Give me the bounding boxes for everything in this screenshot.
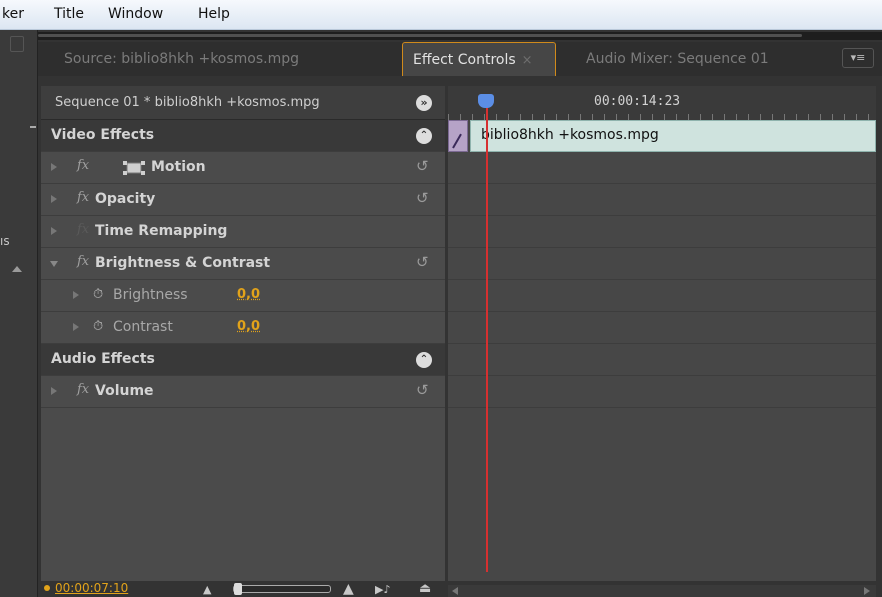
timecode-indicator-icon [44,585,50,591]
reset-motion-icon[interactable]: ↺ [416,157,429,175]
fx-toggle-brightness-contrast-icon[interactable]: fx [77,254,89,269]
sequence-header: Sequence 01 * biblio8hkh +kosmos.mpg » [41,86,445,120]
tab-source[interactable]: Source: biblio8hkh +kosmos.mpg [54,42,394,76]
panel-content: Sequence 01 * biblio8hkh +kosmos.mpg » V… [38,76,882,597]
tab-effect-controls-label: Effect Controls [413,52,516,68]
effect-row-opacity[interactable]: fx Opacity ↺ [41,184,445,216]
fx-toggle-volume-icon[interactable]: fx [77,382,89,397]
effect-label-volume: Volume [95,383,154,399]
panel-top-strip [38,32,882,40]
tab-effect-controls[interactable]: Effect Controls × [402,42,556,76]
tab-audio-mixer-label: Audio Mixer: Sequence 01 [586,51,769,67]
tab-source-label: Source: biblio8hkh +kosmos.mpg [64,51,300,67]
panel-grip-icon[interactable] [10,36,24,52]
stopwatch-brightness-icon[interactable]: ⏱ [93,287,103,302]
zoom-slider-knob[interactable] [234,583,242,595]
expand-volume-icon[interactable] [51,387,57,395]
tab-audio-mixer[interactable]: Audio Mixer: Sequence 01 [576,42,826,76]
menu-item-title[interactable]: Title [54,6,84,22]
effect-row-brightness-contrast[interactable]: fx Brightness & Contrast ↺ [41,248,445,280]
audio-effects-label: Audio Effects [51,351,155,367]
menu-item-ker[interactable]: ker [2,6,24,22]
zoom-out-icon[interactable]: ▲ [203,583,211,596]
scroll-right-icon[interactable] [864,587,870,595]
collapse-audio-effects-icon[interactable]: ⌃ [416,352,432,368]
menu-item-window[interactable]: Window [108,6,163,22]
collapse-video-effects-icon[interactable]: ⌃ [416,128,432,144]
reset-opacity-icon[interactable]: ↺ [416,189,429,207]
expand-time-remapping-icon[interactable] [51,227,57,235]
effect-row-time-remapping[interactable]: fx Time Remapping [41,216,445,248]
effect-label-opacity: Opacity [95,191,156,207]
expand-contrast-icon[interactable] [73,323,79,331]
play-audio-icon[interactable]: ▶♪ [375,583,390,596]
reset-brightness-contrast-icon[interactable]: ↺ [416,253,429,271]
effect-controls-bottom-bar: 00:00:07:10 ▲ ▲ ▶♪ ⏏ [41,581,445,597]
fx-toggle-time-remapping-icon: fx [77,222,90,237]
stopwatch-contrast-icon[interactable]: ⏱ [93,319,103,334]
collapse-brightness-contrast-icon[interactable] [50,261,58,267]
scroll-left-icon[interactable] [452,587,458,595]
effect-controls-panel: Source: biblio8hkh +kosmos.mpg Effect Co… [38,30,882,597]
video-effects-label: Video Effects [51,127,155,143]
menu-item-help[interactable]: Help [198,6,230,22]
playhead-line[interactable] [486,104,488,572]
zoom-in-icon[interactable]: ▲ [343,581,354,597]
timeline-ruler[interactable]: 00:00:14:23 [448,86,876,120]
timeline-row-motion [448,152,876,184]
timeline-row-contrast [448,312,876,344]
effect-timeline: 00:00:14:23 biblio8hkh +kosmos.mpg [448,86,876,581]
reset-volume-icon[interactable]: ↺ [416,381,429,399]
expand-brightness-icon[interactable] [73,291,79,299]
scroll-up-icon[interactable] [12,266,22,272]
brightness-value[interactable]: 0,0 [237,287,260,302]
panel-edge-marker [30,126,36,128]
fx-toggle-motion-icon[interactable]: fx [77,158,89,173]
property-label-contrast: Contrast [113,319,173,335]
menu-bar: ker Title Window Help [0,0,882,30]
playhead-handle-icon[interactable] [478,94,494,108]
video-effects-section: Video Effects ⌃ [41,120,445,152]
timeline-row-volume [448,376,876,408]
left-panel-label: ıs [0,234,10,248]
ruler-timecode: 00:00:14:23 [594,94,681,109]
zoom-slider[interactable] [233,583,331,595]
expand-opacity-icon[interactable] [51,195,57,203]
timeline-row-brightness [448,280,876,312]
current-time-display[interactable]: 00:00:07:10 [55,581,128,595]
left-panel-stub: ıs [0,30,38,597]
timeline-row-time-remapping [448,216,876,248]
effect-label-motion: Motion [151,159,206,175]
show-hide-timeline-icon[interactable]: » [416,95,432,111]
motion-icon [123,161,145,175]
property-row-contrast[interactable]: ⏱ Contrast 0,0 [41,312,445,344]
export-icon[interactable]: ⏏ [419,581,431,596]
contrast-value[interactable]: 0,0 [237,319,260,334]
clip-thumbnail-icon [448,120,468,152]
timeline-row-audio [448,344,876,376]
effect-label-brightness-contrast: Brightness & Contrast [95,255,271,271]
effect-row-motion[interactable]: fx Motion ↺ [41,152,445,184]
tab-bar: Source: biblio8hkh +kosmos.mpg Effect Co… [38,42,882,76]
close-tab-icon[interactable]: × [522,53,533,68]
timeline-horizontal-scrollbar[interactable] [448,585,876,597]
clip-name: biblio8hkh +kosmos.mpg [481,127,659,143]
expand-motion-icon[interactable] [51,163,57,171]
timeline-row-brightness-contrast [448,248,876,280]
property-row-brightness[interactable]: ⏱ Brightness 0,0 [41,280,445,312]
effect-label-time-remapping: Time Remapping [95,223,228,239]
timeline-row-opacity [448,184,876,216]
effects-list: Sequence 01 * biblio8hkh +kosmos.mpg » V… [41,86,445,581]
fx-toggle-opacity-icon[interactable]: fx [77,190,89,205]
effect-row-volume[interactable]: fx Volume ↺ [41,376,445,408]
audio-effects-section: Audio Effects ⌃ [41,344,445,376]
property-label-brightness: Brightness [113,287,188,303]
panel-menu-icon[interactable]: ▾≡ [842,48,874,68]
sequence-title: Sequence 01 * biblio8hkh +kosmos.mpg [55,95,320,110]
timeline-clip[interactable]: biblio8hkh +kosmos.mpg [470,120,876,152]
